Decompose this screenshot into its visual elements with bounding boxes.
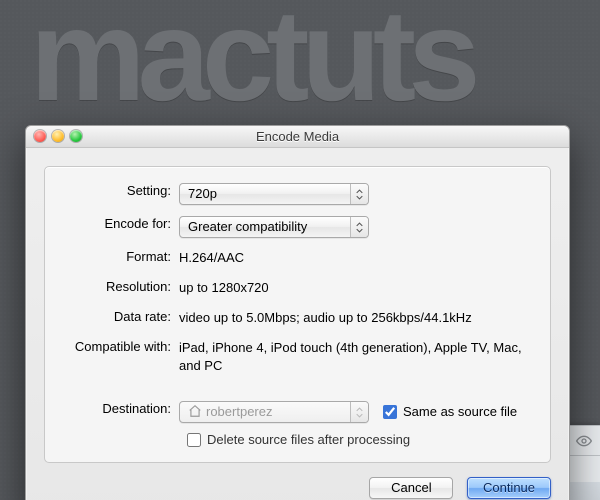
destination-popup: robertperez xyxy=(179,401,369,423)
cancel-button[interactable]: Cancel xyxy=(369,477,453,499)
same-as-source-input[interactable] xyxy=(383,405,397,419)
titlebar: Encode Media xyxy=(26,126,569,148)
data-rate-value: video up to 5.0Mbps; audio up to 256kbps… xyxy=(179,307,534,328)
compatible-with-label: Compatible with: xyxy=(61,337,179,354)
button-bar: Cancel Continue xyxy=(26,477,569,500)
home-icon xyxy=(188,404,202,418)
format-label: Format: xyxy=(61,247,179,264)
compatible-with-value: iPad, iPhone 4, iPod touch (4th generati… xyxy=(179,337,534,377)
encode-for-popup[interactable]: Greater compatibility xyxy=(179,216,369,238)
resolution-value: up to 1280x720 xyxy=(179,277,534,298)
same-as-source-label: Same as source file xyxy=(403,403,517,422)
setting-label: Setting: xyxy=(61,181,179,198)
destination-label: Destination: xyxy=(61,399,179,416)
delete-source-input[interactable] xyxy=(187,433,201,447)
settings-group: Setting: 720p Encode for: Greater com xyxy=(44,166,551,463)
data-rate-label: Data rate: xyxy=(61,307,179,324)
window-minimize-button[interactable] xyxy=(52,130,64,142)
window-title: Encode Media xyxy=(256,129,339,144)
format-value: H.264/AAC xyxy=(179,247,534,268)
delete-source-checkbox[interactable]: Delete source files after processing xyxy=(187,432,410,447)
continue-button[interactable]: Continue xyxy=(467,477,551,499)
same-as-source-checkbox[interactable]: Same as source file xyxy=(383,403,517,422)
setting-popup[interactable]: 720p xyxy=(179,183,369,205)
encode-media-dialog: Encode Media Setting: 720p Encode for: xyxy=(25,125,570,500)
resolution-label: Resolution: xyxy=(61,277,179,294)
background-logo: mactuts xyxy=(30,0,472,120)
window-zoom-button[interactable] xyxy=(70,130,82,142)
delete-source-label: Delete source files after processing xyxy=(207,432,410,447)
window-close-button[interactable] xyxy=(34,130,46,142)
encode-for-label: Encode for: xyxy=(61,214,179,231)
eye-icon xyxy=(576,433,592,449)
